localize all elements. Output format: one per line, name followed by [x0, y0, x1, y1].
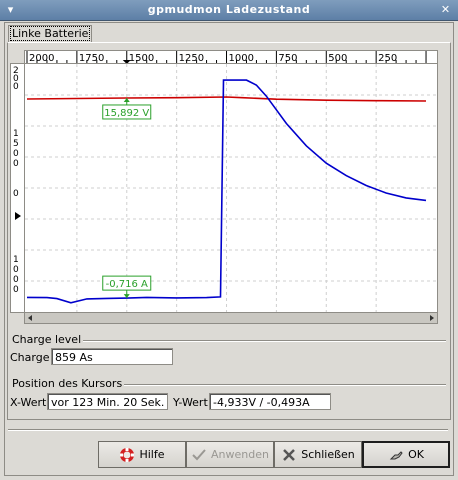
button-separator	[8, 429, 448, 431]
cursor-marker-1: -0,716 A	[102, 275, 152, 299]
svg-text:0: 0	[13, 275, 19, 285]
ok-button[interactable]: OK	[362, 441, 450, 468]
x-value-field[interactable]: vor 123 Min. 20 Sek.	[47, 393, 168, 410]
ok-label: OK	[408, 448, 424, 461]
help-label: Hilfe	[139, 448, 165, 461]
x-icon	[283, 448, 296, 461]
svg-text:0: 0	[13, 159, 19, 169]
y-value-field[interactable]: -4,933V / -0,493A	[209, 393, 331, 410]
svg-text:0: 0	[13, 265, 19, 275]
svg-text:0: 0	[13, 149, 19, 159]
charge-label: Charge	[10, 351, 50, 364]
cursor-label: -0,716 A	[106, 279, 148, 290]
close-window-icon[interactable]: ✕	[439, 3, 452, 16]
apply-label: Anwenden	[211, 448, 269, 461]
svg-text:1: 1	[13, 129, 19, 139]
svg-text:0: 0	[13, 285, 19, 295]
cursor-marker-0: 15,892 V	[102, 97, 152, 120]
tab-linke-batterie[interactable]: Linke Batterie	[8, 25, 93, 42]
charge-value-field[interactable]: 859 As	[51, 348, 173, 365]
title-bar[interactable]: ▾ gpmudmon Ladezustand ✕	[0, 0, 458, 21]
lifebuoy-icon	[120, 447, 135, 462]
checkmark-icon	[192, 448, 206, 460]
charge-group-label: Charge level	[10, 333, 84, 346]
svg-text:5: 5	[13, 139, 19, 149]
apply-button[interactable]: Anwenden	[186, 441, 274, 468]
svg-text:0: 0	[13, 82, 19, 92]
scroll-right-icon[interactable]	[430, 315, 434, 321]
horizontal-scrollbar[interactable]	[24, 312, 438, 324]
y-axis-svg: 200 1500 0 1000	[13, 66, 21, 295]
tab-label: Linke Batterie	[9, 26, 91, 41]
y-value-label: Y-Wert	[173, 396, 208, 409]
help-button[interactable]: Hilfe	[98, 441, 186, 468]
x-value-label: X-Wert	[10, 396, 47, 409]
cursor-group-label: Position des Kursors	[10, 377, 125, 390]
close-label: Schließen	[301, 448, 355, 461]
cursor-label: 15,892 V	[104, 108, 149, 119]
window-title: gpmudmon Ladezustand	[147, 3, 311, 16]
y-axis-ruler: 200 1500 0 1000	[10, 63, 25, 313]
scroll-left-icon[interactable]	[28, 315, 32, 321]
svg-text:1: 1	[13, 255, 19, 265]
chart-svg[interactable]: 15,892 V -0,716 A	[25, 64, 437, 312]
close-button[interactable]: Schließen	[274, 441, 362, 468]
ok-hand-icon	[389, 450, 403, 459]
svg-text:0: 0	[13, 189, 19, 199]
chart-plot-area[interactable]: 15,892 V -0,716 A	[24, 63, 438, 313]
